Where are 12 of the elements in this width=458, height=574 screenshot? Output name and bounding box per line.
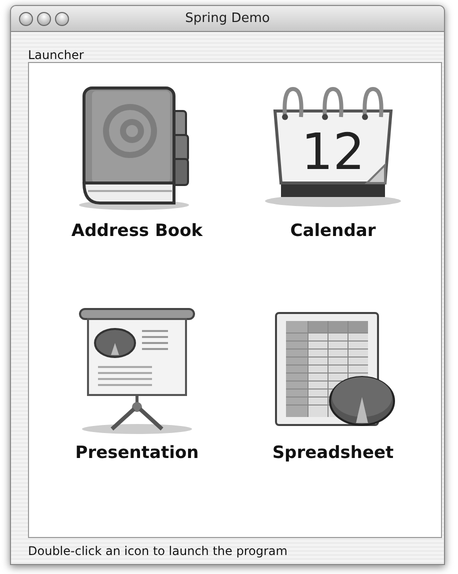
minimize-button[interactable] <box>37 12 51 26</box>
status-text: Double-click an icon to launch the program <box>28 544 288 558</box>
window-title: Spring Demo <box>185 11 270 26</box>
calendar-date: 12 <box>301 123 365 181</box>
launcher-item[interactable]: Presentation <box>72 305 202 463</box>
launcher-item[interactable]: Spreadsheet <box>268 305 398 463</box>
calendar-icon <box>265 87 401 207</box>
panel-title: Launcher <box>28 48 84 62</box>
zoom-button[interactable] <box>55 12 69 26</box>
close-button[interactable] <box>19 12 33 26</box>
launcher-item[interactable]: Address Book <box>71 83 203 241</box>
launcher-item[interactable]: 12 Calendar <box>263 83 403 241</box>
